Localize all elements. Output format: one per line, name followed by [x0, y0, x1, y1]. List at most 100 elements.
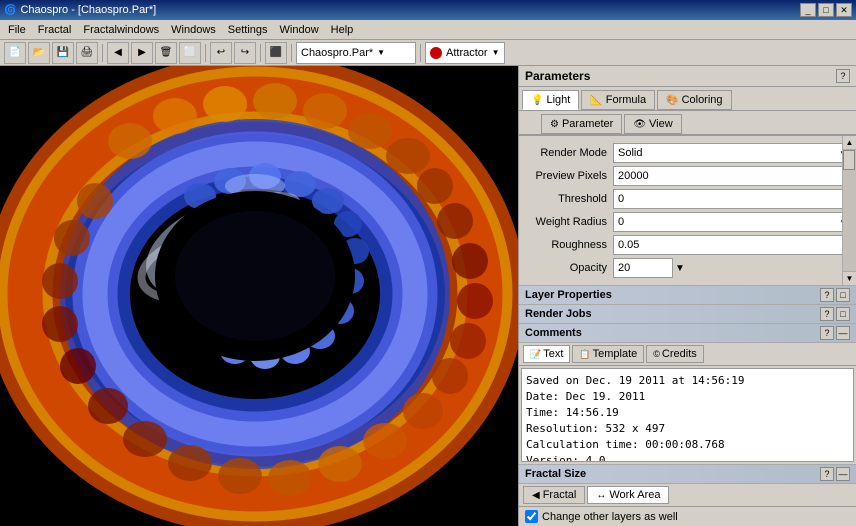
- fractal-tab-fractal[interactable]: ◀ Fractal: [523, 486, 585, 504]
- menu-settings[interactable]: Settings: [222, 22, 274, 38]
- menu-file[interactable]: File: [2, 22, 32, 38]
- opacity-input[interactable]: [613, 258, 673, 278]
- fractal-size-buttons: ? —: [820, 467, 850, 481]
- credits-tab-icon: ©: [653, 349, 660, 359]
- roughness-input[interactable]: [613, 235, 852, 255]
- render-mode-label: Render Mode: [523, 147, 613, 159]
- separator3: [260, 44, 261, 62]
- canvas-area: [0, 66, 518, 526]
- comments-tab-template[interactable]: 📋 Template: [572, 345, 644, 363]
- threshold-input[interactable]: [613, 189, 852, 209]
- minimize-button[interactable]: _: [800, 3, 816, 17]
- file-dropdown[interactable]: Chaospro.Par* ▼: [296, 42, 416, 64]
- comments-tab-text[interactable]: 📝 Text: [523, 345, 570, 363]
- separator5: [420, 44, 421, 62]
- menu-fractal[interactable]: Fractal: [32, 22, 78, 38]
- print-button[interactable]: 🖨: [76, 42, 98, 64]
- opacity-scroll-arrow[interactable]: ▼: [675, 263, 685, 274]
- comments-tab-template-label: Template: [593, 348, 638, 360]
- comments-header: Comments ? —: [519, 324, 856, 343]
- fractal-size-minimize[interactable]: —: [836, 467, 850, 481]
- maximize-button[interactable]: □: [818, 3, 834, 17]
- params-title: Parameters: [525, 69, 590, 83]
- main-container: Parameters ? 💡 Light 📐 Formula 🎨 Colorin…: [0, 66, 856, 526]
- comments-tab-text-label: Text: [543, 348, 563, 360]
- preview-pixels-input[interactable]: [613, 166, 852, 186]
- text-tab-icon: 📝: [530, 349, 541, 360]
- fractal-tab-work-area-label: Work Area: [609, 489, 660, 501]
- tab-light[interactable]: 💡 Light: [522, 90, 579, 110]
- open-button[interactable]: 📂: [28, 42, 50, 64]
- comments-minimize[interactable]: —: [836, 326, 850, 340]
- menu-fractalwindows[interactable]: Fractalwindows: [77, 22, 165, 38]
- menu-help[interactable]: Help: [325, 22, 360, 38]
- tab-formula[interactable]: 📐 Formula: [581, 90, 655, 110]
- render-jobs-title: Render Jobs: [525, 308, 592, 320]
- comments-text-area: Saved on Dec. 19 2011 at 14:56:19 Date: …: [521, 368, 854, 462]
- tabs-row-1: 💡 Light 📐 Formula 🎨 Coloring: [519, 87, 856, 111]
- redo-button[interactable]: ↪: [234, 42, 256, 64]
- comments-tabs: 📝 Text 📋 Template © Credits: [519, 343, 856, 366]
- save-button[interactable]: 💾: [52, 42, 74, 64]
- fractal-size-title: Fractal Size: [525, 468, 586, 480]
- delete-button[interactable]: 🗑: [155, 42, 177, 64]
- toolbar: 📄 📂 💾 🖨 ◀ ▶ 🗑 ⬜ ↩ ↪ ⬛ Chaospro.Par* ▼ At…: [0, 40, 856, 66]
- weight-radius-value: 0: [618, 216, 624, 228]
- render-jobs-help[interactable]: ?: [820, 307, 834, 321]
- file-dropdown-arrow: ▼: [377, 48, 385, 57]
- tab-parameter[interactable]: ⚙ Parameter: [541, 114, 622, 134]
- render-mode-select[interactable]: Solid ▼: [613, 143, 852, 163]
- opacity-row: Opacity ▼: [523, 258, 852, 278]
- params-help-button[interactable]: ?: [836, 69, 850, 83]
- tab-view[interactable]: 👁 View: [624, 114, 681, 134]
- attractor-dropdown-label: Attractor: [446, 47, 488, 59]
- change-layers-row: Change other layers as well: [519, 507, 856, 526]
- change-layers-checkbox[interactable]: [525, 510, 538, 523]
- tab-coloring[interactable]: 🎨 Coloring: [657, 90, 731, 110]
- menu-window[interactable]: Window: [274, 22, 325, 38]
- threshold-row: Threshold: [523, 189, 852, 209]
- scroll-down-button[interactable]: ▼: [843, 271, 856, 285]
- file-dropdown-label: Chaospro.Par*: [301, 47, 373, 59]
- render-jobs-close[interactable]: □: [836, 307, 850, 321]
- menu-windows[interactable]: Windows: [165, 22, 222, 38]
- separator4: [291, 44, 292, 62]
- layer-properties-close[interactable]: □: [836, 288, 850, 302]
- new-button[interactable]: 📄: [4, 42, 26, 64]
- fractal-size-help[interactable]: ?: [820, 467, 834, 481]
- tool1-button[interactable]: ◀: [107, 42, 129, 64]
- undo-button[interactable]: ↩: [210, 42, 232, 64]
- scroll-thumb[interactable]: [843, 150, 855, 170]
- work-area-icon: ↔: [596, 490, 606, 501]
- title-bar-left: 🌀 Chaospro - [Chaospro.Par*]: [4, 4, 156, 16]
- preview-pixels-row: Preview Pixels: [523, 166, 852, 186]
- fractal-tab-work-area[interactable]: ↔ Work Area: [587, 486, 669, 504]
- comments-title: Comments: [525, 327, 582, 339]
- tab-view-label: View: [649, 118, 673, 130]
- params-form: Render Mode Solid ▼ Preview Pixels Thres…: [519, 136, 856, 285]
- tabs-row-2: ⚙ Parameter 👁 View: [519, 111, 856, 136]
- weight-radius-row: Weight Radius 0 ▼: [523, 212, 852, 232]
- comments-tab-credits[interactable]: © Credits: [646, 345, 703, 363]
- params-header: Parameters ?: [519, 66, 856, 87]
- attractor-dropdown[interactable]: Attractor ▼: [425, 42, 505, 64]
- scroll-up-button[interactable]: ▲: [843, 136, 856, 150]
- weight-radius-select[interactable]: 0 ▼: [613, 212, 852, 232]
- formula-icon: 📐: [590, 95, 602, 106]
- tab-formula-label: Formula: [606, 94, 646, 106]
- layer-properties-buttons: ? □: [820, 288, 850, 302]
- tool3-button[interactable]: ⬜: [179, 42, 201, 64]
- render-button[interactable]: ⬛: [265, 42, 287, 64]
- tool2-button[interactable]: ▶: [131, 42, 153, 64]
- window-title: Chaospro - [Chaospro.Par*]: [20, 4, 156, 16]
- close-button[interactable]: ✕: [836, 3, 852, 17]
- template-tab-icon: 📋: [579, 349, 590, 360]
- params-scrollbar[interactable]: ▲ ▼: [842, 136, 856, 285]
- layer-properties-help[interactable]: ?: [820, 288, 834, 302]
- preview-pixels-label: Preview Pixels: [523, 170, 613, 182]
- weight-radius-label: Weight Radius: [523, 216, 613, 228]
- title-bar-buttons[interactable]: _ □ ✕: [800, 3, 852, 17]
- title-bar: 🌀 Chaospro - [Chaospro.Par*] _ □ ✕: [0, 0, 856, 20]
- render-mode-row: Render Mode Solid ▼: [523, 143, 852, 163]
- comments-help[interactable]: ?: [820, 326, 834, 340]
